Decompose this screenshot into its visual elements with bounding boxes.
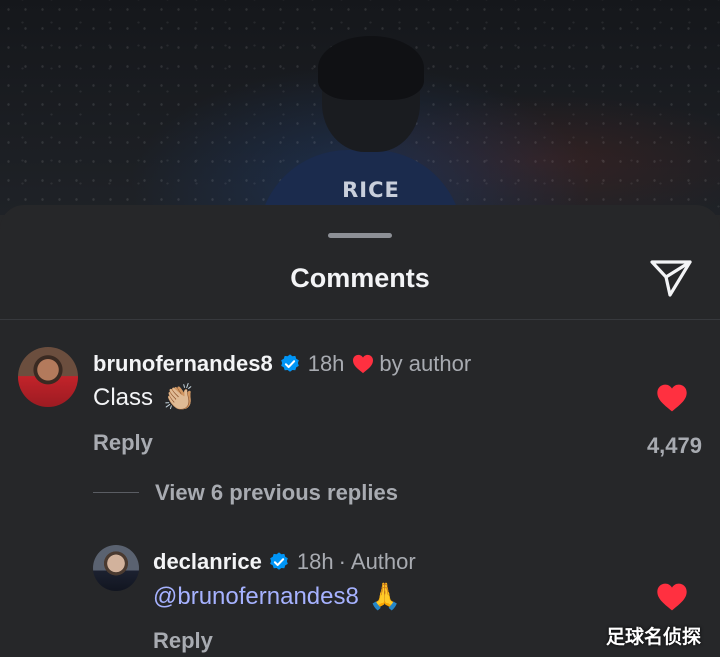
player-hair [318, 36, 424, 100]
view-replies-button[interactable]: View 6 previous replies [155, 480, 398, 506]
watermark: 足球名侦探 [606, 626, 702, 648]
sheet-title: Comments [290, 263, 430, 293]
comment-text: Class 👏🏼 [93, 383, 195, 413]
like-heart-icon[interactable] [656, 383, 688, 413]
header-divider [0, 319, 720, 320]
comments-sheet: Comments brunofernandes8 18h by author C… [0, 205, 720, 657]
username[interactable]: declanrice [153, 549, 262, 575]
like-count: 4,479 [646, 433, 702, 458]
thread-line [93, 492, 139, 493]
mention-link[interactable]: @brunofernandes8 [153, 583, 359, 611]
drag-handle[interactable] [328, 233, 392, 238]
comment-header: brunofernandes8 18h by author [93, 351, 471, 377]
shirt-name-text: RICE [342, 178, 400, 202]
comment-time: 18h [307, 351, 345, 376]
username[interactable]: brunofernandes8 [93, 351, 273, 377]
heart-icon [353, 354, 374, 374]
comment-time: 18h [296, 549, 334, 574]
reply-button[interactable]: Reply [93, 430, 153, 456]
liked-by-author-label: by author [379, 351, 472, 376]
folded-hands-emoji: 🙏 [368, 582, 402, 612]
comment-header: declanrice 18h · Author [153, 549, 416, 575]
verified-badge-icon [280, 354, 299, 372]
comment-body: Class [93, 384, 154, 411]
reply-button[interactable]: Reply [153, 628, 213, 654]
post-background-image: RICE [0, 0, 720, 215]
avatar[interactable] [93, 545, 139, 591]
separator-dot: · [338, 549, 346, 574]
avatar[interactable] [18, 347, 78, 407]
comment-text: @brunofernandes8 🙏 [153, 582, 401, 612]
clapping-hands-emoji: 👏🏼 [163, 383, 196, 413]
verified-badge-icon [270, 552, 288, 570]
send-icon[interactable] [648, 257, 694, 299]
like-heart-icon[interactable] [656, 582, 688, 612]
author-label: Author [350, 549, 416, 574]
